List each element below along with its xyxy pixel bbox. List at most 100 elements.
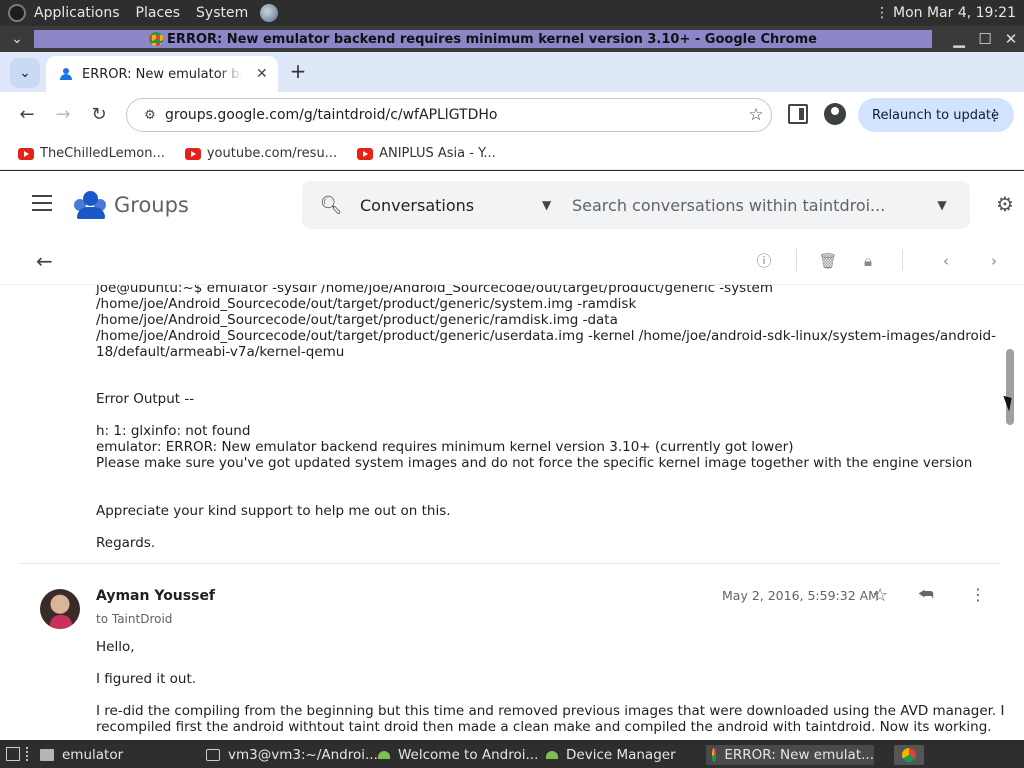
page-scrollbar[interactable] <box>1004 285 1024 740</box>
search-options-caret-icon[interactable]: ▼ <box>914 198 970 212</box>
star-message-icon[interactable]: ☆ <box>872 585 888 606</box>
distro-logo-icon[interactable] <box>8 4 26 22</box>
chrome-menu-kebab-icon[interactable]: ⋮ <box>987 106 1002 124</box>
browser-tab-strip: ⌄ ERROR: New emulator backend requires m… <box>0 52 1024 92</box>
message-body-line: I figured it out. <box>96 671 197 687</box>
profile-avatar-icon[interactable] <box>824 103 846 125</box>
forward-arrow-icon[interactable]: → <box>50 102 76 128</box>
search-icon[interactable]: 🔍︎ <box>302 195 360 216</box>
message-date: May 2, 2016, 5:59:32 AM <box>722 588 879 603</box>
taskbar-label: ERROR: New emulat... <box>724 747 874 763</box>
message-body-line: Error Output -- <box>96 391 195 407</box>
bookmark-star-icon[interactable]: ☆ <box>741 105 771 125</box>
scope-dropdown-caret-icon[interactable]: ▼ <box>542 198 572 212</box>
address-input[interactable] <box>165 107 741 123</box>
groups-header: Groups 🔍︎ Conversations ▼ ▼ ⚙ <box>0 171 1024 237</box>
message-body-line: emulator: ERROR: New emulator backend re… <box>96 439 794 455</box>
panel-more-icon[interactable]: ⋮ <box>875 5 889 21</box>
youtube-icon <box>184 147 201 160</box>
show-desktop-icon[interactable] <box>6 747 20 761</box>
tab-title: ERROR: New emulator backend requires min… <box>82 66 242 82</box>
report-icon[interactable]: ⓘ <box>754 251 774 271</box>
new-tab-plus-icon[interactable]: + <box>286 60 310 84</box>
taskbar-item-android-studio[interactable]: Welcome to Androi... <box>378 745 538 765</box>
tab-search-chevron-icon[interactable]: ⌄ <box>10 58 40 88</box>
taskbar-label: Device Manager <box>566 747 676 763</box>
message-recipient: to TaintDroid <box>96 612 173 626</box>
previous-conversation-chevron-icon[interactable]: ‹ <box>936 251 956 271</box>
message-body-line: h: 1: glxinfo: not found <box>96 423 251 439</box>
message-author[interactable]: Ayman Youssef <box>96 588 215 604</box>
message-body-line: I re-did the compiling from the beginnin… <box>96 703 1004 719</box>
groups-favicon-icon <box>58 68 74 80</box>
groups-logo-icon[interactable] <box>74 191 108 219</box>
window-title: ERROR: New emulator backend requires min… <box>167 31 817 47</box>
close-window-icon[interactable]: ✕ <box>998 30 1024 48</box>
thread-content: joe@ubuntu:~$ emulator -sysdir /home/joe… <box>0 285 1004 740</box>
maximize-window-icon[interactable]: ☐ <box>972 30 998 48</box>
delete-trash-icon[interactable]: 🗑︎ <box>818 251 838 271</box>
author-avatar[interactable] <box>40 589 80 629</box>
web-browser-launcher-icon[interactable] <box>260 4 279 22</box>
bookmark-item[interactable]: ANIPLUS Asia - Y... <box>357 146 496 161</box>
panel-clock[interactable]: Mon Mar 4, 19:21 <box>893 5 1024 21</box>
action-separator <box>796 249 797 271</box>
message-divider <box>20 563 1000 564</box>
message-more-kebab-icon[interactable]: ⋮ <box>970 585 986 604</box>
groups-search-bar: 🔍︎ Conversations ▼ ▼ <box>302 181 970 229</box>
main-menu-hamburger-icon[interactable] <box>32 195 52 211</box>
groups-product-name[interactable]: Groups <box>114 193 189 217</box>
menu-places[interactable]: Places <box>128 5 189 21</box>
taskbar-item-device-manager[interactable]: Device Manager <box>546 745 676 765</box>
browser-toolbar: ← → ↻ ⚙ ☆ Relaunch to update ⋮ <box>0 92 1024 138</box>
message-body-line: Please make sure you've got updated syst… <box>96 455 973 471</box>
relaunch-to-update-button[interactable]: Relaunch to update ⋮ <box>858 98 1014 132</box>
side-panel-icon[interactable] <box>788 104 808 124</box>
reload-icon[interactable]: ↻ <box>86 102 112 128</box>
message-body-line: 18/default/armeabi-v7a/kernel-qemu <box>96 344 345 360</box>
youtube-icon <box>357 147 374 160</box>
taskbar-grip <box>26 747 30 761</box>
search-input[interactable] <box>572 195 914 215</box>
minimize-window-icon[interactable]: ▁ <box>946 30 972 48</box>
message-body-line: Appreciate your kind support to help me … <box>96 503 451 519</box>
tab-close-icon[interactable]: ✕ <box>256 66 268 82</box>
folder-icon <box>40 749 54 761</box>
window-menu-chevron-icon[interactable]: ⌄ <box>0 31 34 47</box>
tab-active[interactable]: ERROR: New emulator backend requires min… <box>46 56 278 92</box>
taskbar-label: vm3@vm3:~/Androi... <box>228 747 378 763</box>
bookmark-item[interactable]: TheChilledLemon... <box>18 146 165 161</box>
taskbar-label: emulator <box>62 747 124 763</box>
taskbar-item-chrome[interactable]: ERROR: New emulat... <box>706 745 874 765</box>
youtube-icon <box>18 147 34 160</box>
message-body-line: /home/joe/Android_Sourcecode/out/target/… <box>96 328 996 344</box>
site-info-tune-icon[interactable]: ⚙ <box>135 108 165 123</box>
tray-chrome-launcher[interactable] <box>894 745 924 765</box>
message-body-line: Regards. <box>96 535 156 551</box>
system-top-panel: Applications Places System ⋮ Mon Mar 4, … <box>0 0 1024 26</box>
scrollbar-thumb[interactable] <box>1006 349 1014 425</box>
action-separator <box>902 249 903 271</box>
menu-applications[interactable]: Applications <box>26 5 128 21</box>
message-body-line: recompiled first the android withtout ta… <box>96 719 992 735</box>
chrome-icon <box>149 32 164 46</box>
bookmark-item[interactable]: youtube.com/resu... <box>184 146 337 161</box>
lock-icon[interactable]: 🔒︎ <box>858 251 878 271</box>
menu-system[interactable]: System <box>188 5 256 21</box>
next-conversation-chevron-icon[interactable]: › <box>984 251 1004 271</box>
search-scope-select[interactable]: Conversations <box>360 196 542 215</box>
window-controls: ▁ ☐ ✕ <box>946 26 1024 52</box>
omnibox[interactable]: ⚙ ☆ <box>126 98 772 132</box>
conversation-action-bar: ← ⓘ 🗑︎ 🔒︎ ‹ › <box>0 237 1024 285</box>
bottom-taskbar: emulator vm3@vm3:~/Androi... Welcome to … <box>0 742 1024 768</box>
window-title-area[interactable]: ERROR: New emulator backend requires min… <box>34 30 932 48</box>
bookmark-label: TheChilledLemon... <box>40 146 165 161</box>
back-arrow-icon[interactable]: ← <box>14 102 40 128</box>
message-body-line: Hello, <box>96 639 135 655</box>
back-to-conversations-arrow-icon[interactable]: ← <box>36 249 53 273</box>
settings-gear-icon[interactable]: ⚙ <box>994 193 1016 215</box>
taskbar-item-terminal[interactable]: vm3@vm3:~/Androi... <box>206 745 378 765</box>
reply-all-icon[interactable]: ⮪ <box>918 585 934 605</box>
taskbar-item-emulator[interactable]: emulator <box>40 745 123 765</box>
message-body-line: /home/joe/Android_Sourcecode/out/target/… <box>96 296 637 312</box>
